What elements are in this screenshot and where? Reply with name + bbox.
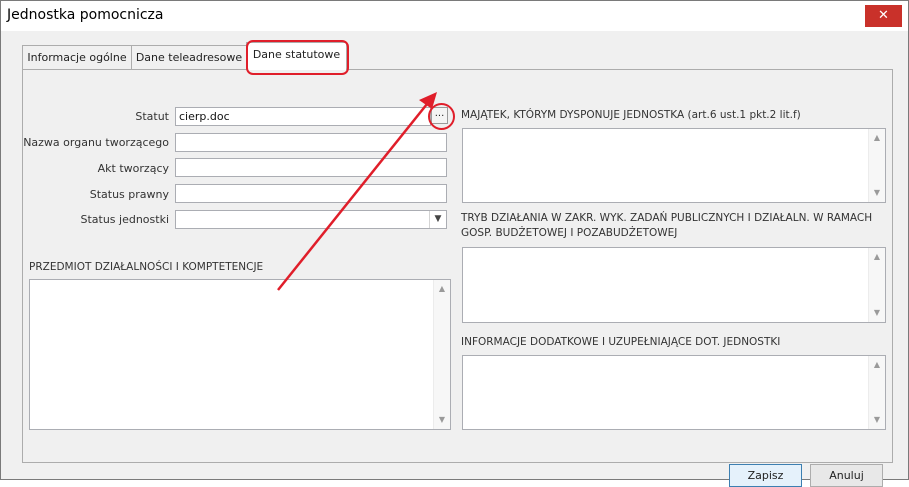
akt-tworzacy-input[interactable] — [175, 158, 447, 177]
status-jednostki-label: Status jednostki — [80, 213, 169, 226]
tab-label: Informacje ogólne — [27, 51, 127, 64]
vertical-scrollbar[interactable]: ▲ ▼ — [433, 280, 450, 429]
akt-tworzacy-label: Akt tworzący — [97, 162, 169, 175]
status-prawny-input[interactable] — [175, 184, 447, 203]
scroll-up-icon[interactable]: ▲ — [869, 250, 885, 264]
tryb-section-label-line2: GOSP. BUDŻETOWEJ I POZABUDŻETOWEJ — [461, 227, 678, 239]
vertical-scrollbar[interactable]: ▲ ▼ — [868, 129, 885, 202]
ellipsis-icon: ... — [434, 108, 445, 119]
scroll-down-icon[interactable]: ▼ — [434, 413, 450, 427]
majatek-section-label: MAJĄTEK, KTÓRYM DYSPONUJE JEDNOSTKA (art… — [461, 109, 801, 121]
tab-label: Dane statutowe — [252, 48, 341, 61]
dialog-window: Jednostka pomocnicza ✕ Informacje ogólne… — [0, 0, 909, 487]
informacje-textarea[interactable]: ▲ ▼ — [462, 355, 886, 430]
statut-label: Statut — [135, 110, 169, 123]
nazwa-organu-label: Nazwa organu tworzącego — [23, 136, 169, 149]
nazwa-organu-input[interactable] — [175, 133, 447, 152]
title-bar[interactable]: Jednostka pomocnicza ✕ — [1, 1, 908, 31]
scroll-down-icon[interactable]: ▼ — [869, 413, 885, 427]
scroll-up-icon[interactable]: ▲ — [434, 282, 450, 296]
status-prawny-label: Status prawny — [89, 188, 169, 201]
scroll-down-icon[interactable]: ▼ — [869, 306, 885, 320]
tab-informacje-ogolne[interactable]: Informacje ogólne — [22, 45, 132, 70]
cancel-button[interactable]: Anuluj — [810, 464, 883, 487]
tryb-textarea[interactable]: ▲ ▼ — [462, 247, 886, 323]
tab-panel-dane-statutowe: Statut cierp.doc ... Nazwa organu tworzą… — [22, 69, 893, 463]
tab-dane-statutowe[interactable]: Dane statutowe — [246, 42, 347, 70]
cancel-button-label: Anuluj — [829, 469, 864, 482]
save-button-label: Zapisz — [747, 469, 784, 482]
vertical-scrollbar[interactable]: ▲ ▼ — [868, 248, 885, 322]
majatek-textarea[interactable]: ▲ ▼ — [462, 128, 886, 203]
tab-dane-teleadresowe[interactable]: Dane teleadresowe — [131, 45, 247, 70]
close-icon: ✕ — [878, 8, 889, 23]
chevron-down-icon[interactable]: ▼ — [429, 211, 446, 228]
scroll-down-icon[interactable]: ▼ — [869, 186, 885, 200]
save-button[interactable]: Zapisz — [729, 464, 802, 487]
tryb-section-label-line1: TRYB DZIAŁANIA W ZAKR. WYK. ZADAŃ PUBLIC… — [461, 212, 873, 224]
informacje-section-label: INFORMACJE DODATKOWE I UZUPEŁNIAJĄCE DOT… — [461, 336, 781, 348]
scroll-up-icon[interactable]: ▲ — [869, 131, 885, 145]
window-title: Jednostka pomocnicza — [7, 7, 164, 23]
close-button[interactable]: ✕ — [865, 5, 902, 27]
scroll-up-icon[interactable]: ▲ — [869, 358, 885, 372]
status-jednostki-select[interactable]: ▼ — [175, 210, 447, 229]
statut-input[interactable]: cierp.doc — [175, 107, 431, 126]
tab-label: Dane teleadresowe — [135, 51, 243, 64]
przedmiot-section-label: PRZEDMIOT DZIAŁALNOŚCI I KOMPTETENCJE — [29, 261, 264, 273]
dialog-body: Informacje ogólne Dane teleadresowe Dane… — [1, 31, 908, 487]
przedmiot-textarea[interactable]: ▲ ▼ — [29, 279, 451, 430]
vertical-scrollbar[interactable]: ▲ ▼ — [868, 356, 885, 429]
browse-button[interactable]: ... — [431, 107, 448, 124]
